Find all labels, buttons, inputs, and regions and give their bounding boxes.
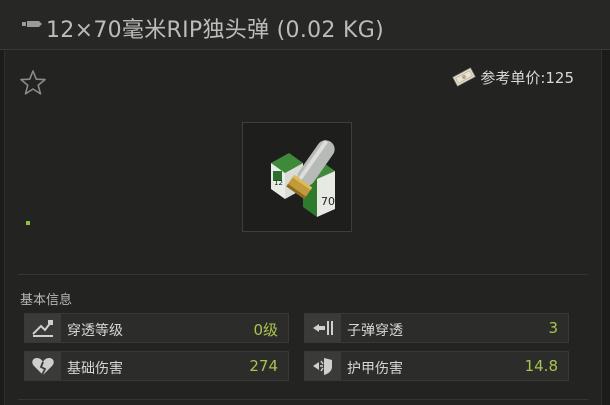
armor-damage-icon	[313, 358, 332, 375]
stat-label: 子弹穿透	[347, 323, 403, 339]
rarity-indicator	[26, 221, 30, 225]
stat-armor-damage: 护甲伤害 14.8	[304, 351, 569, 381]
stat-value: 274	[249, 357, 278, 375]
stat-value: 0级	[253, 321, 278, 339]
penetration-level-icon	[32, 320, 53, 337]
title-bar: 12×70毫米RIP独头弹 (0.02 KG)	[0, 0, 610, 50]
stat-penetration-level: 穿透等级 0级	[24, 313, 289, 343]
stat-bullet-penetration: 子弹穿透 3	[304, 313, 569, 343]
bullet-penetration-icon	[313, 321, 333, 335]
item-title: 12×70毫米RIP独头弹 (0.02 KG)	[46, 18, 384, 43]
broken-heart-damage-icon	[32, 358, 54, 376]
stat-value: 14.8	[524, 357, 558, 375]
stat-label: 基础伤害	[67, 361, 123, 377]
stat-label: 护甲伤害	[347, 361, 403, 377]
price-label: 参考单价:125	[480, 68, 574, 87]
svg-text:12: 12	[274, 179, 283, 187]
bottom-divider	[18, 399, 588, 400]
section-title: 基本信息	[20, 293, 73, 308]
shotgun-shell-ammo-box-icon: 12 70	[271, 140, 335, 217]
section-divider	[18, 274, 588, 275]
stat-base-damage: 基础伤害 274	[24, 351, 289, 381]
roubles-money-icon	[452, 67, 477, 87]
item-image-box: 12 70	[242, 122, 352, 232]
ammo-icon	[22, 21, 42, 27]
stat-label: 穿透等级	[67, 323, 123, 339]
reference-price: 参考单价:125	[451, 66, 574, 88]
star-icon[interactable]	[19, 69, 47, 97]
svg-text:70: 70	[321, 195, 335, 208]
stat-value: 3	[548, 319, 558, 337]
